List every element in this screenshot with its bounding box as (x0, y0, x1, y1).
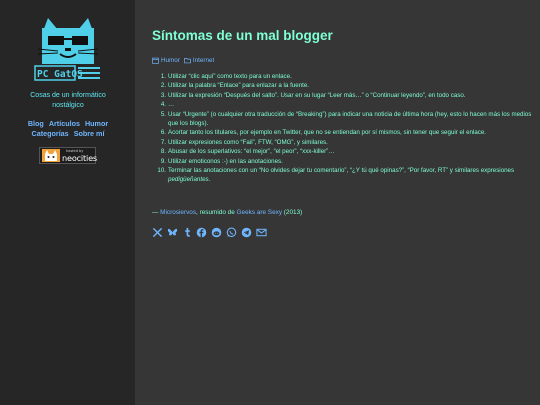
facebook-icon[interactable] (196, 227, 207, 238)
list-item: 6. Acortar tanto los titulares, por ejemp… (160, 129, 487, 137)
nav-categorias[interactable]: Categorías (32, 129, 69, 138)
whatsapp-icon[interactable] (226, 227, 237, 238)
list-item: 5. Usar “Urgente” (o cualquier otra tradu… (160, 110, 532, 128)
nav-humor[interactable]: Humor (85, 119, 108, 128)
category-humor[interactable]: Humor (161, 57, 180, 64)
telegram-icon[interactable] (241, 227, 252, 238)
post-credit: — Microsiervos, resumido de Geeks are Se… (152, 209, 303, 216)
x-icon[interactable] (152, 227, 163, 238)
main-content: Síntomas de un mal blogger Humor Interne… (135, 0, 540, 405)
list-item: 4.… (160, 101, 175, 109)
category-internet[interactable]: Internet (193, 57, 214, 64)
badge-neocities: neocities (62, 153, 97, 163)
credit-author-link[interactable]: Microsiervos (160, 209, 196, 216)
credit-source-link[interactable]: Geeks are Sexy (237, 209, 282, 216)
reddit-icon[interactable] (211, 227, 222, 238)
folder-icon (184, 58, 191, 64)
bluesky-icon[interactable] (167, 227, 178, 238)
logo-text: PC GatOS (37, 69, 83, 80)
post-categories: Humor Internet (152, 57, 214, 64)
neocities-badge[interactable]: hosted by neocities (39, 147, 97, 164)
nav-blog[interactable]: Blog (28, 119, 44, 128)
email-icon[interactable] (255, 227, 267, 238)
tumblr-icon[interactable] (182, 227, 193, 238)
sidebar: PC GatOS Cosas de un informático nostálg… (0, 0, 135, 405)
list-item: 7. Utilizar expresiones como “Fail”, FTW,… (160, 138, 328, 146)
list-item: 2. Utilizar la palabra “Enlace” para enla… (160, 82, 310, 90)
list-item: 3. Utilizar la expresión “Después del sal… (160, 91, 466, 99)
nav-sobre-mi[interactable]: Sobre mí (74, 129, 105, 138)
calendar-icon (152, 57, 159, 64)
neocities-cat-icon (42, 149, 60, 162)
list-item: 1. Utilizar “clic aquí” como texto para u… (160, 73, 292, 80)
symptoms-list: 1. Utilizar “clic aquí” como texto para u… (152, 72, 532, 185)
site-nav: Blog Artículos Humor Categorías Sobre mí (14, 119, 122, 139)
post-title: Síntomas de un mal blogger (152, 28, 333, 43)
list-item: 8. Abusar de los superlativos: “el mejor”… (160, 148, 335, 156)
pc-gatos-logo[interactable]: PC GatOS (34, 16, 102, 82)
list-item: 10. Terminar las anotaciones con un “No o… (157, 167, 515, 184)
nav-articulos[interactable]: Artículos (49, 119, 80, 128)
list-item: 9. Utilizar emoticonos :-) en las anotaci… (160, 157, 283, 165)
site-description: Cosas de un informático nostálgico (30, 92, 106, 109)
share-bar (152, 227, 267, 238)
